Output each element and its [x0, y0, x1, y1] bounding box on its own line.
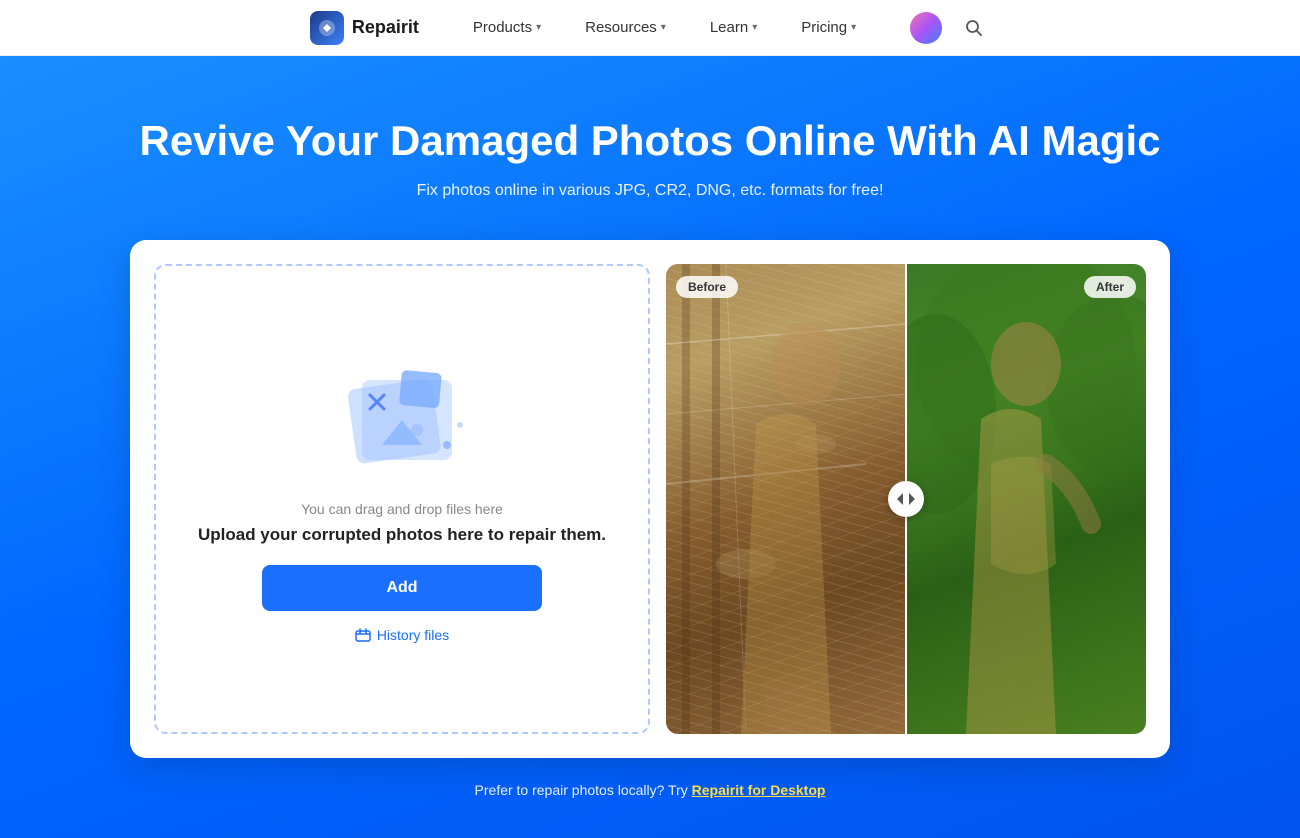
hero-section: Revive Your Damaged Photos Online With A…	[0, 56, 1300, 838]
nav-products[interactable]: Products ▾	[467, 15, 547, 40]
history-label: History files	[377, 627, 449, 643]
before-after-handle[interactable]	[888, 481, 924, 517]
logo-icon	[310, 11, 344, 45]
upload-illustration	[312, 355, 492, 485]
history-link[interactable]: History files	[355, 627, 449, 643]
search-icon[interactable]	[958, 12, 990, 44]
history-icon	[355, 628, 371, 642]
chevron-down-icon: ▾	[851, 22, 856, 33]
footer-text: Prefer to repair photos locally? Try Rep…	[20, 782, 1280, 798]
chevron-down-icon: ▾	[661, 22, 666, 33]
chevron-down-icon: ▾	[752, 22, 757, 33]
upload-area[interactable]: You can drag and drop files here Upload …	[154, 264, 650, 734]
after-panel: After	[906, 264, 1146, 734]
hero-subtitle: Fix photos online in various JPG, CR2, D…	[20, 182, 1280, 200]
chevron-down-icon: ▾	[536, 22, 541, 33]
main-card: You can drag and drop files here Upload …	[130, 240, 1170, 758]
nav-products-label: Products	[473, 19, 532, 36]
nav-resources[interactable]: Resources ▾	[579, 15, 672, 40]
footer-link[interactable]: Repairit for Desktop	[692, 782, 826, 798]
drag-hint: You can drag and drop files here	[301, 501, 503, 517]
add-button[interactable]: Add	[262, 565, 542, 611]
nav-pricing[interactable]: Pricing ▾	[795, 15, 862, 40]
nav-learn-label: Learn	[710, 19, 748, 36]
after-label: After	[1084, 276, 1136, 298]
logo[interactable]: Repairit	[310, 11, 419, 45]
nav-pricing-label: Pricing	[801, 19, 847, 36]
nav-resources-label: Resources	[585, 19, 657, 36]
footer-static-text: Prefer to repair photos locally? Try	[475, 782, 692, 798]
logo-text: Repairit	[352, 17, 419, 38]
hero-title: Revive Your Damaged Photos Online With A…	[20, 116, 1280, 166]
nav-learn[interactable]: Learn ▾	[704, 15, 763, 40]
upload-label: Upload your corrupted photos here to rep…	[198, 525, 606, 545]
before-label: Before	[676, 276, 738, 298]
before-panel: Before	[666, 264, 906, 734]
avatar[interactable]	[910, 12, 942, 44]
before-after-panel: Before	[666, 264, 1146, 734]
navbar: Repairit Products ▾ Resources ▾ Learn ▾ …	[0, 0, 1300, 56]
